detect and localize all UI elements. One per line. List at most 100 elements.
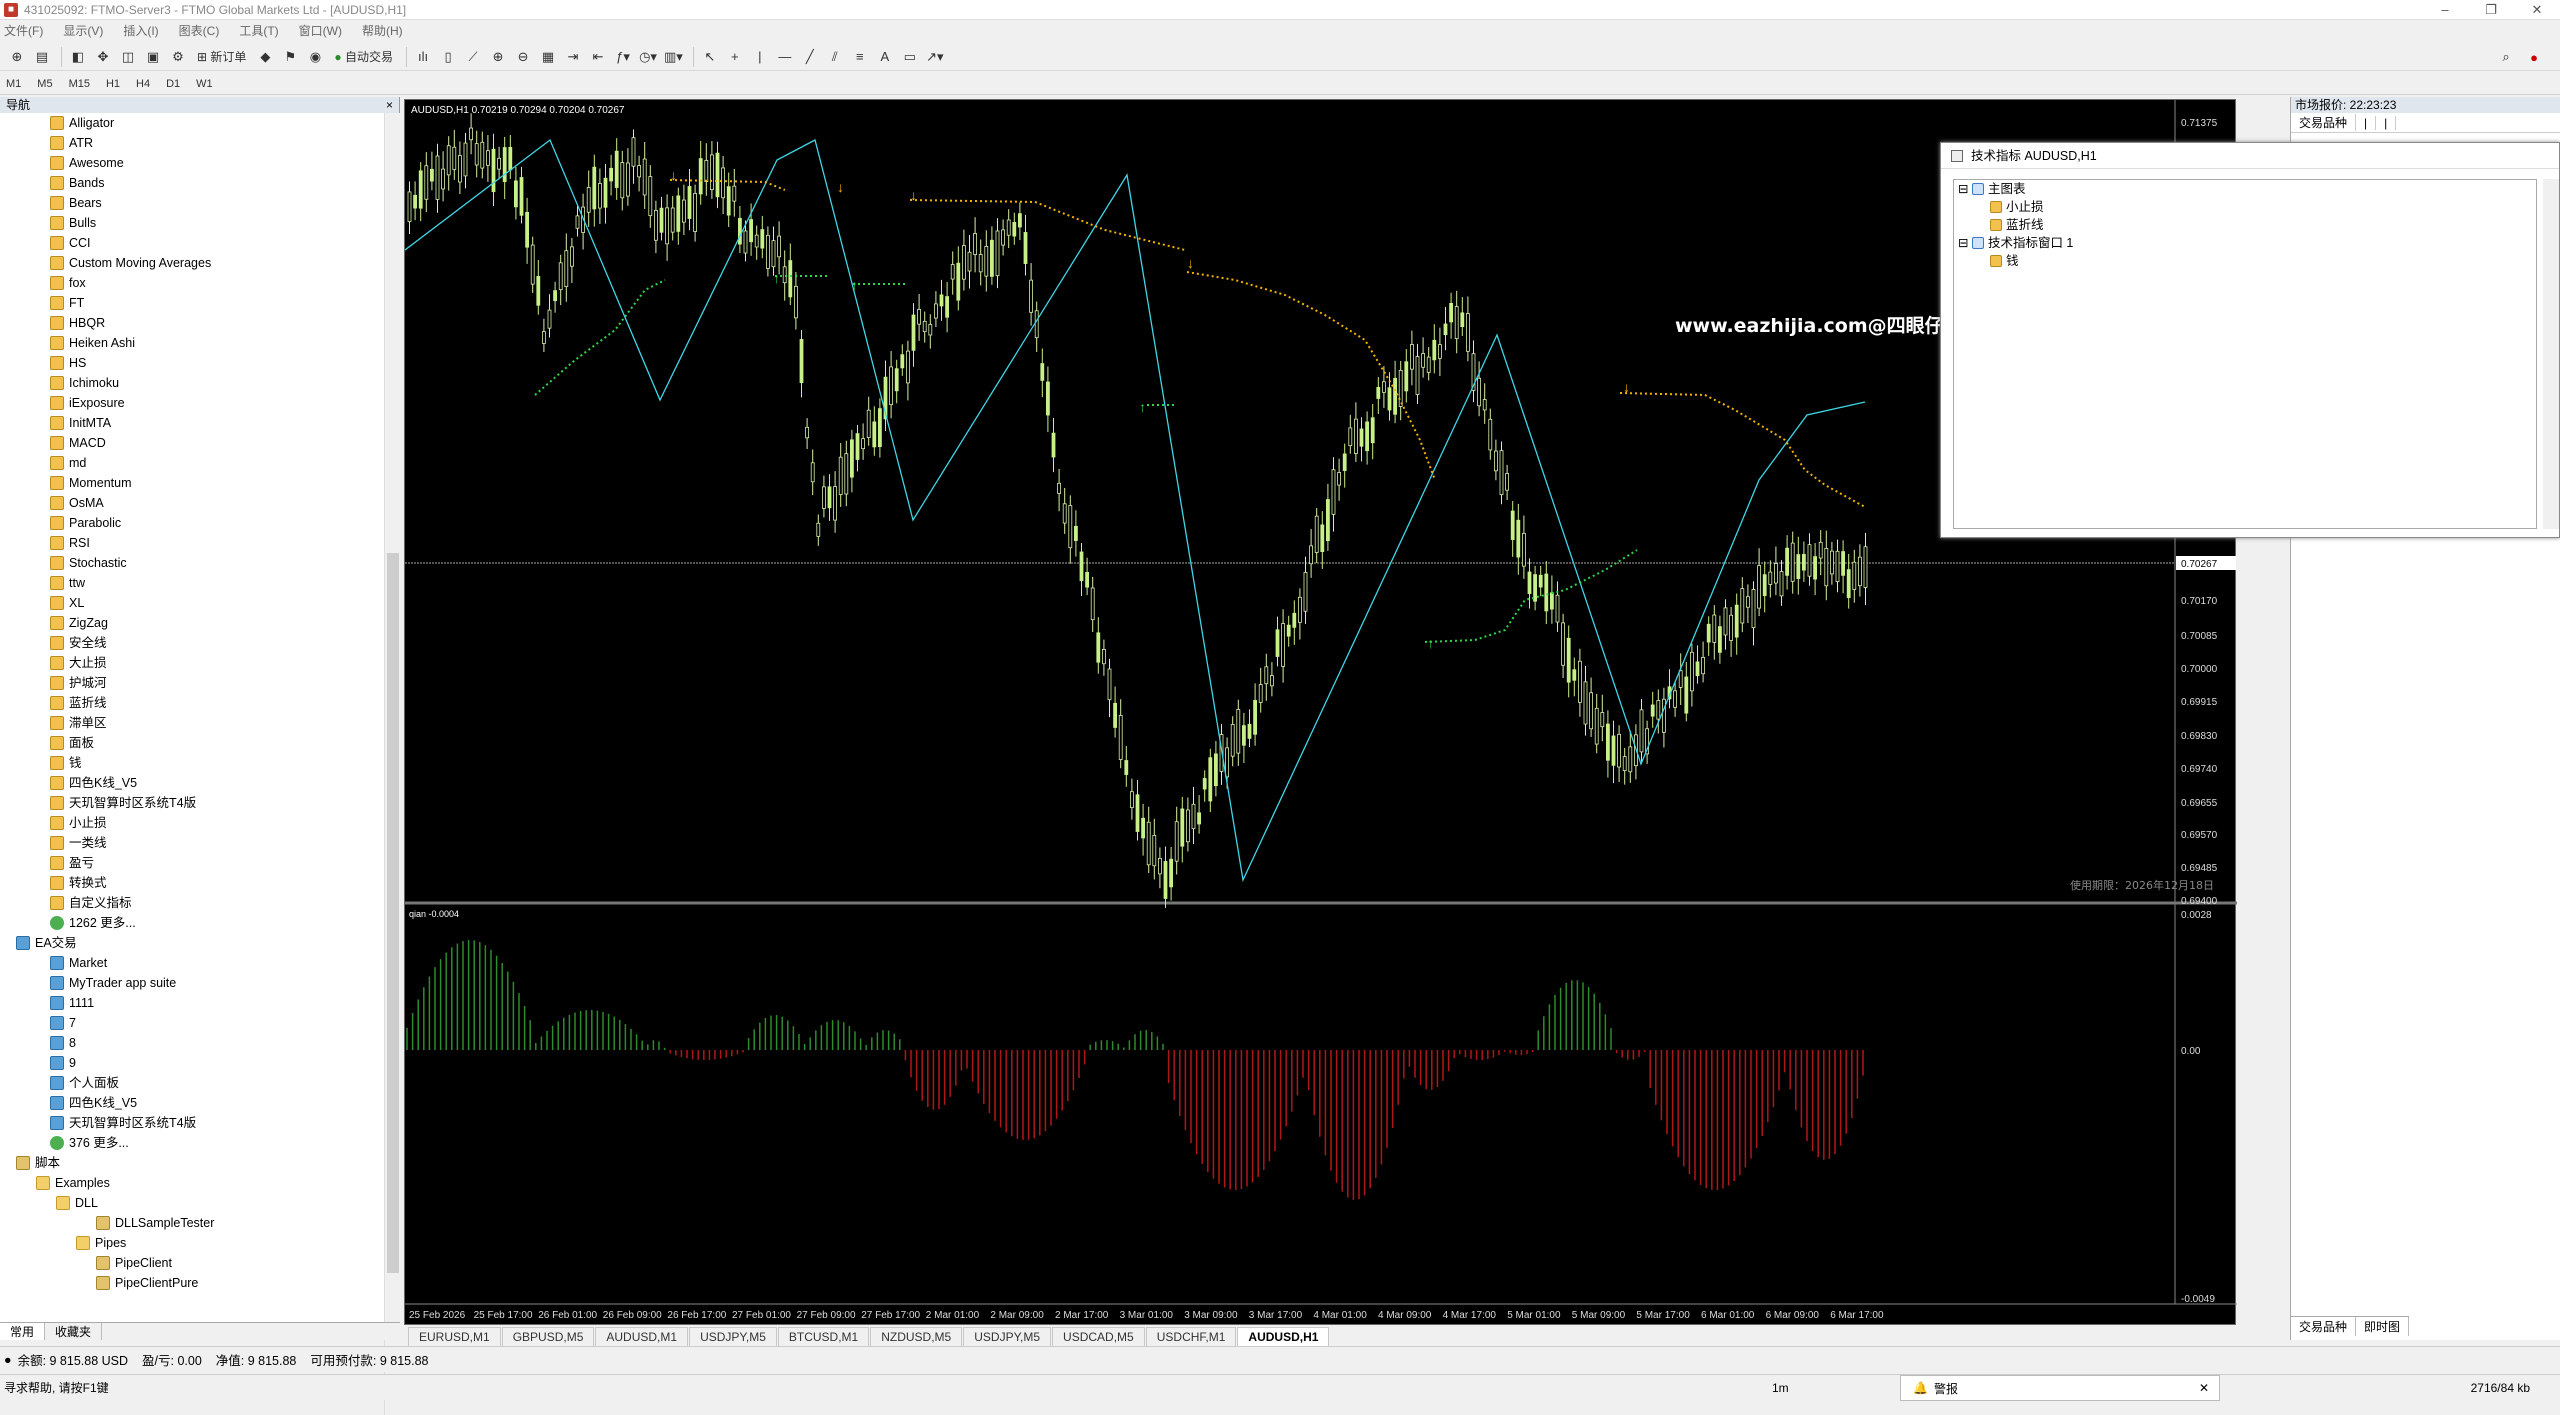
navigator-indicator[interactable]: HS [0,353,384,373]
cursor-icon[interactable]: ↖ [699,46,721,68]
navigator-indicator[interactable]: ZigZag [0,613,384,633]
market-col-symbol[interactable]: 交易品种 [2291,114,2357,131]
navigator-ea-item[interactable]: 四色K线_V5 [0,1093,384,1113]
navigator-more-indicators[interactable]: 1262 更多... [0,913,384,933]
navigator-ea-item[interactable]: 9 [0,1053,384,1073]
navigator-indicator[interactable]: OsMA [0,493,384,513]
data-window-icon[interactable]: ✥ [92,46,114,68]
equidistant-channel-icon[interactable]: ⫽ [824,46,846,68]
navigator-indicator[interactable]: 安全线 [0,633,384,653]
profiles-icon[interactable]: ▤ [31,46,53,68]
menu-view[interactable]: 显示(V) [63,22,103,39]
alarm-close-icon[interactable]: ✕ [2199,1381,2209,1395]
restore-button[interactable]: ❐ [2468,0,2514,20]
navigator-indicator[interactable]: Awesome [0,153,384,173]
navigator-indicator[interactable]: Bands [0,173,384,193]
chart-tab[interactable]: NZDUSD,M5 [870,1327,963,1346]
tf-m15[interactable]: M15 [69,78,90,90]
chart-tab[interactable]: AUDUSD,M1 [595,1327,689,1346]
navigator-ea-item[interactable]: MyTrader app suite [0,973,384,993]
tree-indicator[interactable]: 蓝折线 [1954,216,2536,234]
text-icon[interactable]: A [874,46,896,68]
navigator-indicator[interactable]: HBQR [0,313,384,333]
navigator-ea-item[interactable]: 1111 [0,993,384,1013]
navigator-ea-item[interactable]: Market [0,953,384,973]
navigator-indicator[interactable]: Stochastic [0,553,384,573]
crosshair-icon[interactable]: + [724,46,746,68]
navigator-indicator[interactable]: CCI [0,233,384,253]
navigator-ea-item[interactable]: 7 [0,1013,384,1033]
navigator-script-item[interactable]: PipeClient [0,1253,384,1273]
navigator-ea-item[interactable]: 天玑智算时区系统T4版 [0,1113,384,1133]
navigator-indicator[interactable]: Parabolic [0,513,384,533]
market-watch-icon[interactable]: ◧ [67,46,89,68]
navigator-indicator[interactable]: MACD [0,433,384,453]
navigator-folder-pipes[interactable]: Pipes [0,1233,384,1253]
navigator-indicator[interactable]: 转换式 [0,873,384,893]
navigator-indicator[interactable]: 钱 [0,753,384,773]
tree-main-chart[interactable]: ⊟ 主图表 [1954,180,2536,198]
navigator-indicator[interactable]: md [0,453,384,473]
navigator-indicator[interactable]: 护城河 [0,673,384,693]
navigator-folder-dll[interactable]: DLL [0,1193,384,1213]
navigator-indicator[interactable]: ttw [0,573,384,593]
navigator-indicator[interactable]: 自定义指标 [0,893,384,913]
navigator-folder-examples[interactable]: Examples [0,1173,384,1193]
menu-help[interactable]: 帮助(H) [362,22,403,39]
navigator-indicator[interactable]: FT [0,293,384,313]
chart-tab[interactable]: EURUSD,M1 [408,1327,501,1346]
navigator-indicator[interactable]: 盈亏 [0,853,384,873]
arrows-icon[interactable]: ↗▾ [924,46,946,68]
chart-tab[interactable]: AUDUSD,H1 [1237,1327,1330,1346]
bar-chart-icon[interactable]: ılı [412,46,434,68]
menu-file[interactable]: 文件(F) [4,22,43,39]
signals-icon[interactable]: ⚑ [279,46,301,68]
menu-window[interactable]: 窗口(W) [299,22,342,39]
tester-icon[interactable]: ⚙ [167,46,189,68]
market-col-bid[interactable]: | [2356,115,2377,130]
navigator-indicator[interactable]: Bulls [0,213,384,233]
navigator-indicator[interactable]: InitMTA [0,413,384,433]
navigator-indicator[interactable]: 滞单区 [0,713,384,733]
indicators-scrollbar[interactable] [2543,179,2559,529]
close-button[interactable]: ✕ [2514,0,2560,20]
tf-m1[interactable]: M1 [6,78,21,90]
navigator-indicator[interactable]: ATR [0,133,384,153]
terminal-window-icon[interactable]: ▣ [142,46,164,68]
navigator-ea-item[interactable]: 个人面板 [0,1073,384,1093]
navigator-indicator[interactable]: 大止损 [0,653,384,673]
tf-d1[interactable]: D1 [166,78,180,90]
menu-insert[interactable]: 插入(I) [123,22,158,39]
navigator-indicator[interactable]: 面板 [0,733,384,753]
label-icon[interactable]: ▭ [899,46,921,68]
minimize-button[interactable]: – [2422,0,2468,20]
expand-icon[interactable]: ⊟ [1958,182,1972,196]
market-tab-tick-chart[interactable]: 即时图 [2356,1317,2410,1336]
menu-tools[interactable]: 工具(T) [239,22,278,39]
auto-trade-button[interactable]: ● 自动交易 [329,46,398,68]
navigator-indicator[interactable]: Momentum [0,473,384,493]
zoom-out-icon[interactable]: ⊖ [512,46,534,68]
tf-w1[interactable]: W1 [196,78,213,90]
navigator-indicator[interactable]: iExposure [0,393,384,413]
navigator-indicator[interactable]: Custom Moving Averages [0,253,384,273]
navigator-indicator[interactable]: 小止损 [0,813,384,833]
line-chart-icon[interactable]: ⟋ [462,46,484,68]
navigator-indicator[interactable]: 蓝折线 [0,693,384,713]
navigator-folder-scripts[interactable]: 脚本 [0,1153,384,1173]
tf-h1[interactable]: H1 [106,78,120,90]
tree-indicator[interactable]: 钱 [1954,252,2536,270]
chart-tab[interactable]: USDJPY,M5 [963,1327,1052,1346]
tree-sub-window[interactable]: ⊟ 技术指标窗口 1 [1954,234,2536,252]
navigator-script-item[interactable]: PipeClientPure [0,1273,384,1293]
navigator-scroll-thumb[interactable] [387,553,399,1273]
navigator-close-icon[interactable]: × [386,97,393,113]
chart-shift-icon[interactable]: ⇤ [587,46,609,68]
navigator-indicator[interactable]: Alligator [0,113,384,133]
navigator-script-item[interactable]: DLLSampleTester [0,1213,384,1233]
navigator-icon[interactable]: ◫ [117,46,139,68]
navigator-indicator[interactable]: XL [0,593,384,613]
trendline-icon[interactable]: ╱ [799,46,821,68]
tab-common[interactable]: 常用 [0,1323,46,1340]
navigator-more-ea[interactable]: 376 更多... [0,1133,384,1153]
